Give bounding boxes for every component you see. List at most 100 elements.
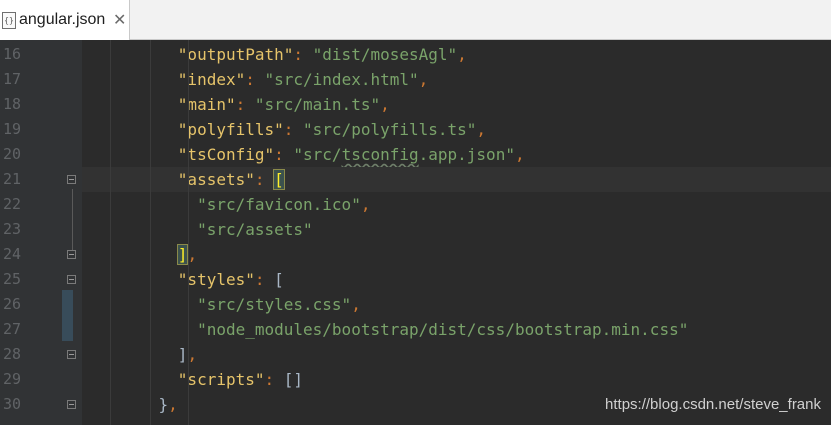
code-line[interactable]: "src/assets" xyxy=(82,217,831,242)
json-comma: , xyxy=(168,395,178,414)
json-comma: , xyxy=(418,70,429,89)
json-key: "main" xyxy=(177,95,236,114)
json-bracket: } xyxy=(158,395,169,414)
json-colon: : xyxy=(235,95,255,114)
json-string: .app.json" xyxy=(418,145,515,164)
json-string: "src/ xyxy=(293,145,342,164)
fold-marker-icon[interactable] xyxy=(67,275,76,284)
json-string: "dist/mosesAgl" xyxy=(312,45,458,64)
json-bracket: ] xyxy=(176,244,189,265)
fold-marker-icon[interactable] xyxy=(67,400,76,409)
json-colon: : xyxy=(283,120,304,139)
code-line[interactable]: "outputPath": "dist/mosesAgl", xyxy=(82,42,831,67)
line-number: 24 xyxy=(3,245,22,263)
close-icon[interactable]: ✕ xyxy=(113,10,126,29)
code-line[interactable]: "src/favicon.ico", xyxy=(82,192,831,217)
code-line[interactable]: "node_modules/bootstrap/dist/css/bootstr… xyxy=(82,317,831,342)
json-string: "src/polyfills.ts" xyxy=(303,120,477,139)
json-key: "polyfills" xyxy=(177,120,284,139)
line-number: 20 xyxy=(3,145,22,163)
json-key: "tsConfig" xyxy=(177,145,275,164)
json-file-icon: {} xyxy=(2,12,16,29)
json-colon: : xyxy=(245,70,265,89)
json-string: "node_modules/bootstrap/dist/css/bootstr… xyxy=(197,320,689,339)
tab-label: angular.json xyxy=(19,11,106,28)
json-comma: , xyxy=(360,195,371,214)
json-comma: , xyxy=(380,95,390,114)
line-number: 30 xyxy=(3,395,22,413)
line-number: 26 xyxy=(3,295,22,313)
fold-range-line xyxy=(72,189,73,253)
line-number: 25 xyxy=(3,270,22,288)
json-bracket: ] xyxy=(177,345,188,364)
change-marker xyxy=(62,290,73,341)
scroll-indicator xyxy=(802,0,828,7)
code-line[interactable]: "index": "src/index.html", xyxy=(82,67,831,92)
json-colon: : xyxy=(274,145,294,164)
watermark: https://blog.csdn.net/steve_frank xyxy=(605,396,821,413)
indent-guide xyxy=(110,40,111,425)
code-editor[interactable]: "outputPath": "dist/mosesAgl", "index": … xyxy=(82,40,831,425)
line-number: 23 xyxy=(3,220,22,238)
line-number: 18 xyxy=(3,95,22,113)
json-colon: : xyxy=(254,270,275,289)
line-number: 28 xyxy=(3,345,22,363)
json-key: "styles" xyxy=(177,270,255,289)
json-key: "assets" xyxy=(177,170,255,189)
line-number: 29 xyxy=(3,370,22,388)
line-number-gutter: 16 17 18 19 20 21 22 23 24 25 26 27 28 29 30 xyxy=(0,40,60,425)
line-number: 27 xyxy=(3,320,22,338)
indent-guide xyxy=(150,40,151,425)
code-line[interactable]: ], xyxy=(82,242,831,267)
json-string-typo: tsconfig xyxy=(341,145,419,164)
code-line[interactable]: "assets": [ xyxy=(82,167,831,192)
line-number: 21 xyxy=(3,170,22,188)
code-line[interactable]: "scripts": [] xyxy=(82,367,831,392)
editor-tab-bar: {} angular.json ✕ xyxy=(0,0,831,40)
json-string: "src/assets" xyxy=(197,220,313,239)
json-string: "src/index.html" xyxy=(264,70,419,89)
json-comma: , xyxy=(476,120,487,139)
json-comma: , xyxy=(457,45,467,64)
code-line[interactable]: "main": "src/main.ts", xyxy=(82,92,831,117)
json-colon: : xyxy=(264,370,284,389)
json-bracket: [ xyxy=(274,270,284,289)
fold-marker-icon[interactable] xyxy=(67,175,76,184)
json-key: "outputPath" xyxy=(177,45,294,64)
json-comma: , xyxy=(351,295,361,314)
code-line[interactable]: "tsConfig": "src/tsconfig.app.json", xyxy=(82,142,831,167)
code-line[interactable]: "polyfills": "src/polyfills.ts", xyxy=(82,117,831,142)
json-bracket: [ xyxy=(273,169,285,190)
tab-angular-json[interactable]: {} angular.json ✕ xyxy=(0,0,130,40)
json-bracket: [] xyxy=(283,370,304,389)
code-line[interactable]: "src/styles.css", xyxy=(82,292,831,317)
json-colon: : xyxy=(293,45,313,64)
line-number: 19 xyxy=(3,120,22,138)
line-number: 22 xyxy=(3,195,22,213)
fold-marker-icon[interactable] xyxy=(67,350,76,359)
code-line[interactable]: ], xyxy=(82,342,831,367)
json-string: "src/favicon.ico" xyxy=(197,195,361,214)
json-key: "scripts" xyxy=(177,370,265,389)
fold-marker-icon[interactable] xyxy=(67,250,76,259)
json-colon: : xyxy=(254,170,275,189)
indent-guide xyxy=(188,40,189,425)
json-comma: , xyxy=(514,145,525,164)
json-string: "src/main.ts" xyxy=(254,95,381,114)
code-line[interactable]: "styles": [ xyxy=(82,267,831,292)
json-string: "src/styles.css" xyxy=(197,295,352,314)
